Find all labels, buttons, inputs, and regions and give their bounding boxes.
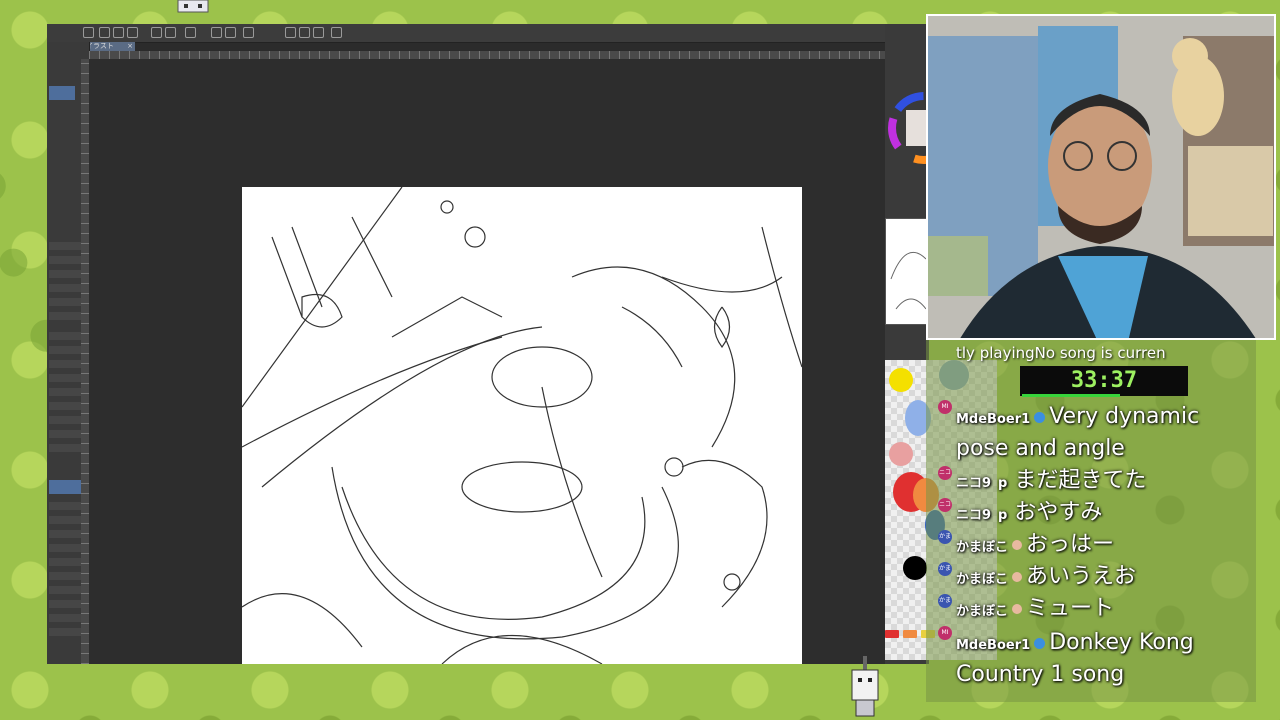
chat-avatar: MI bbox=[938, 626, 952, 640]
save-icon[interactable] bbox=[127, 27, 138, 38]
chat-text: おやすみ bbox=[1014, 500, 1103, 525]
swatch-pink[interactable] bbox=[889, 442, 913, 466]
selected-tool[interactable] bbox=[49, 86, 75, 100]
chat-message-continuation: Country 1 song bbox=[956, 659, 1124, 691]
chat-username: ニコ9 bbox=[956, 476, 992, 491]
undo-icon[interactable] bbox=[151, 27, 162, 38]
swatch-black[interactable] bbox=[903, 556, 927, 580]
chat-message: かまぼこ おっはー bbox=[956, 529, 1114, 564]
timer-progress-bar bbox=[1022, 394, 1120, 397]
stream-timer: 33:37 bbox=[1020, 366, 1188, 396]
chat-message: ニコ9 p おやすみ bbox=[956, 497, 1102, 532]
drawing-canvas[interactable] bbox=[242, 187, 802, 664]
tab-illustration[interactable]: イラスト × bbox=[83, 42, 135, 51]
chat-text: pose and angle bbox=[956, 436, 1125, 461]
pixel-sprite-top bbox=[177, 0, 209, 13]
chat-avatar: ニコ bbox=[938, 498, 952, 512]
chat-text: ミュート bbox=[1026, 596, 1115, 621]
chat-avatar: かま bbox=[938, 562, 952, 576]
eraser-icon[interactable] bbox=[313, 27, 324, 38]
chat-message: ニコ9 p まだ起きてた bbox=[956, 465, 1146, 500]
chat-message: MdeBoer1 Very dynamic bbox=[956, 401, 1199, 436]
chat-username: かまぼこ bbox=[956, 604, 1009, 619]
app-toolbar bbox=[47, 24, 885, 43]
chat-username: かまぼこ bbox=[956, 540, 1009, 555]
fill-icon[interactable] bbox=[211, 27, 222, 38]
chat-text: おっはー bbox=[1026, 532, 1115, 557]
new-file-icon[interactable] bbox=[99, 27, 110, 38]
chat-text: Donkey Kong bbox=[1049, 630, 1194, 655]
chat-avatar: かま bbox=[938, 530, 952, 544]
verified-badge-icon bbox=[1034, 411, 1046, 423]
sketch-drawing bbox=[242, 187, 802, 664]
verified-badge-icon bbox=[1034, 637, 1046, 649]
chat-username: かまぼこ bbox=[956, 572, 1009, 587]
transform-icon[interactable] bbox=[225, 27, 236, 38]
ruler-icon[interactable] bbox=[331, 27, 342, 38]
swatch-chip-red[interactable] bbox=[885, 630, 899, 638]
open-file-icon[interactable] bbox=[113, 27, 124, 38]
chat-message: MdeBoer1 Donkey Kong bbox=[956, 627, 1194, 662]
chat-text: Very dynamic bbox=[1049, 404, 1200, 429]
select-icon[interactable] bbox=[243, 27, 254, 38]
user-badge-icon bbox=[1012, 540, 1023, 550]
chat-username: ニコ9 bbox=[956, 508, 992, 523]
chat-avatar: ニコ bbox=[938, 466, 952, 480]
brush-icon[interactable] bbox=[299, 27, 310, 38]
pen-icon[interactable] bbox=[285, 27, 296, 38]
chat-avatar: MI bbox=[938, 400, 952, 414]
chat-message-continuation: pose and angle bbox=[956, 433, 1125, 465]
selected-brush[interactable] bbox=[49, 480, 85, 494]
tab-label: イラスト bbox=[86, 42, 114, 50]
chat-message: かまぼこ あいうえお bbox=[956, 561, 1136, 596]
chat-username: MdeBoer1 bbox=[956, 412, 1031, 427]
ruler-vertical bbox=[81, 59, 89, 664]
chat-username: MdeBoer1 bbox=[956, 638, 1031, 653]
swatch-yellow[interactable] bbox=[889, 368, 913, 392]
chat-text: あいうえお bbox=[1026, 564, 1137, 589]
ruler-horizontal bbox=[89, 51, 885, 59]
redo-icon[interactable] bbox=[165, 27, 176, 38]
chat-message: かまぼこ ミュート bbox=[956, 593, 1114, 628]
canvas-viewport[interactable] bbox=[89, 59, 885, 664]
chat-username-suffix: p bbox=[998, 476, 1008, 491]
now-playing-ticker: tly playingNo song is curren bbox=[956, 344, 1166, 362]
menu-icon[interactable] bbox=[83, 27, 94, 38]
user-badge-icon bbox=[1012, 604, 1023, 614]
navigator-sketch bbox=[890, 251, 927, 310]
chat-username-suffix: p bbox=[998, 508, 1008, 523]
swatch-chip-orange[interactable] bbox=[903, 630, 917, 638]
painting-app-window: イラスト × bbox=[47, 24, 929, 664]
navigator-thumbnail[interactable] bbox=[885, 218, 932, 325]
webcam-feed bbox=[926, 14, 1276, 340]
chat-text: Country 1 song bbox=[956, 662, 1125, 687]
chat-text: まだ起きてた bbox=[1014, 468, 1147, 493]
chat-avatar: かま bbox=[938, 594, 952, 608]
tab-close-icon[interactable]: × bbox=[127, 42, 133, 51]
webcam-scene bbox=[928, 16, 1274, 338]
user-badge-icon bbox=[1012, 572, 1023, 582]
clear-icon[interactable] bbox=[185, 27, 196, 38]
pixel-mascot-sprite bbox=[851, 656, 879, 717]
